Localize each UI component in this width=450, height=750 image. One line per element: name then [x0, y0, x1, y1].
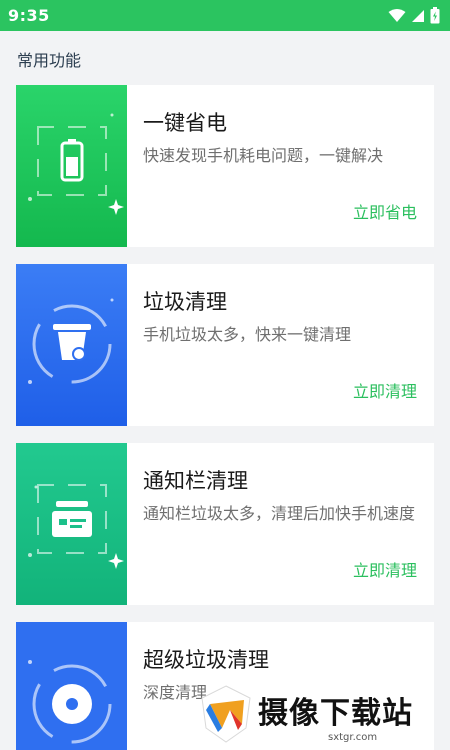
watermark: 摄像下载站 sxtgr.com — [200, 684, 450, 750]
section-title: 常用功能 — [17, 51, 82, 70]
clean-junk-button[interactable]: 立即清理 — [353, 378, 417, 402]
watermark-brand: 摄像下载站 — [258, 696, 413, 731]
notification-clean-visual — [16, 443, 127, 605]
watermark-logo — [201, 685, 251, 743]
signal-icon — [412, 9, 424, 22]
save-power-button[interactable]: 立即省电 — [353, 199, 417, 223]
card-title: 通知栏清理 — [143, 469, 248, 493]
card-junk-clean[interactable]: 垃圾清理 手机垃圾太多，快来一键清理 立即清理 — [16, 264, 434, 426]
battery-icon — [430, 7, 440, 24]
status-time: 9:35 — [8, 6, 50, 25]
card-description: 通知栏垃圾太多，清理后加快手机速度 — [143, 504, 416, 523]
power-saving-visual — [16, 85, 127, 247]
status-icons — [388, 7, 440, 24]
status-bar: 9:35 — [0, 0, 450, 31]
junk-clean-visual — [16, 264, 127, 426]
card-power-saving[interactable]: 一键省电 快速发现手机耗电问题，一键解决 立即省电 — [16, 85, 434, 247]
card-title: 超级垃圾清理 — [143, 648, 269, 672]
card-notification-clean[interactable]: 通知栏清理 通知栏垃圾太多，清理后加快手机速度 立即清理 — [16, 443, 434, 605]
card-description: 手机垃圾太多，快来一键清理 — [143, 325, 352, 344]
watermark-url: sxtgr.com — [328, 732, 378, 743]
card-description: 快速发现手机耗电问题，一键解决 — [143, 146, 384, 165]
super-clean-visual — [16, 622, 127, 750]
clean-notifications-button[interactable]: 立即清理 — [353, 557, 417, 581]
wifi-icon — [388, 8, 406, 22]
card-title: 垃圾清理 — [143, 290, 227, 314]
card-title: 一键省电 — [143, 111, 227, 135]
